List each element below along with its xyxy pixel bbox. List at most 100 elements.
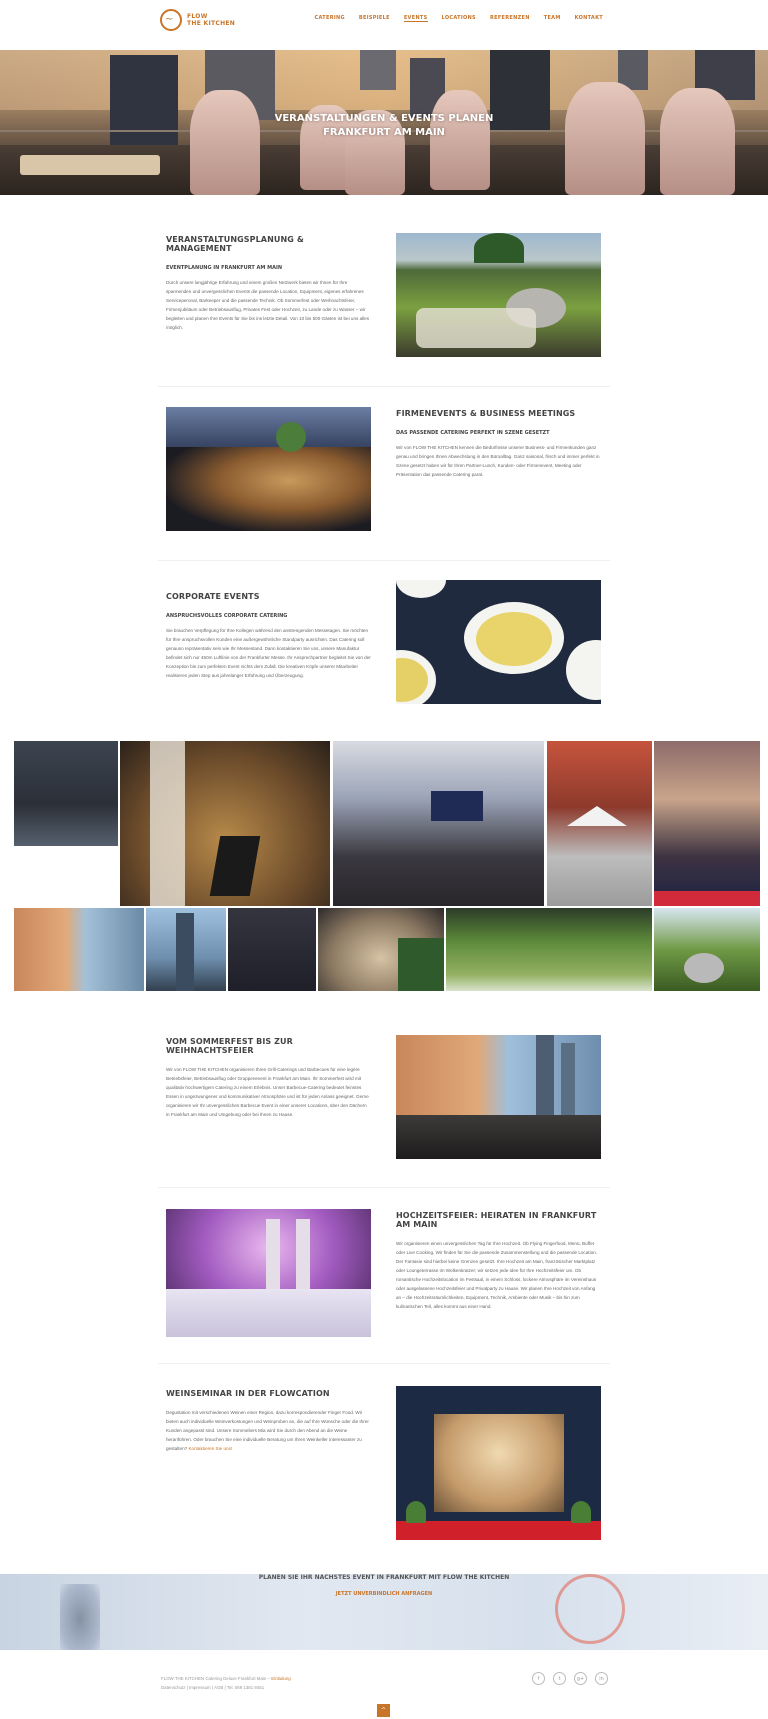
divider: [158, 386, 610, 387]
picnic-photo: [396, 233, 601, 357]
logo-watermark-icon: [555, 1574, 625, 1644]
event-gallery: [14, 741, 760, 991]
ice-bucket-shape: [684, 953, 724, 983]
plant-shape: [398, 938, 444, 991]
section-title: CORPORATE EVENTS: [166, 592, 260, 601]
divider: [158, 560, 610, 561]
logo-mark-icon: ~: [160, 9, 182, 31]
gallery-photo-conference[interactable]: [333, 741, 544, 906]
banquet-tables: [166, 1289, 371, 1337]
cta-title: PLANEN SIE IHR NÄCHSTES EVENT IN FRANKFU…: [258, 1574, 510, 1581]
dining-room: [434, 1414, 564, 1512]
divider: [158, 1363, 610, 1364]
section-title: HOCHZEITSFEIER: HEIRATEN IN FRANKFURT AM…: [396, 1211, 597, 1229]
section-title: WEINSEMINAR IN DER FLOWCATION: [166, 1389, 330, 1398]
buffet-photo: [166, 407, 371, 531]
logo[interactable]: ~ FLOW THE KITCHEN: [160, 9, 235, 31]
section-title: VOM SOMMERFEST BIS ZUR WEIHNACHTSFEIER: [166, 1037, 293, 1055]
section-title: VERANSTALTUNGSPLANUNG & MANAGEMENT: [166, 235, 304, 253]
section-text: Durch unsere langjährige Erfahrung und e…: [166, 280, 370, 330]
section-text: Sie brauchen Verpflegung für Ihre Kolleg…: [166, 628, 371, 678]
cta-request-link[interactable]: JETZT UNVERBINDLICH ANFRAGEN: [0, 1591, 768, 1597]
plant-shape: [571, 1501, 591, 1523]
divider: [158, 1187, 610, 1188]
pillar: [296, 1219, 310, 1289]
gallery-photo-drinks[interactable]: [228, 908, 316, 991]
footer-link[interactable]: Einladung: [271, 1676, 291, 1681]
nav-locations[interactable]: LOCATIONS: [442, 15, 476, 22]
google-plus-icon[interactable]: g+: [574, 1672, 587, 1685]
gallery-photo-buffet[interactable]: [318, 908, 444, 991]
section-summer: VOM SOMMERFEST BIS ZUR WEIHNACHTSFEIER W…: [166, 1037, 371, 1119]
cocktail-table: [660, 88, 735, 195]
footer-line-1: FLOW THE KITCHEN Catering Deluxe Frankfu…: [161, 1676, 291, 1681]
picnic-blanket: [416, 308, 536, 348]
skyscraper-shape: [536, 1035, 554, 1125]
red-carpet: [396, 1521, 601, 1540]
section-text: Wir organisieren einen unvergesslichen T…: [396, 1241, 597, 1309]
section-planning: VERANSTALTUNGSPLANUNG & MANAGEMENT EVENT…: [166, 235, 371, 332]
nav-beispiele[interactable]: BEISPIELE: [359, 15, 390, 22]
plant-shape: [276, 422, 306, 452]
gallery-photo-party[interactable]: [120, 741, 330, 906]
back-to-top-button[interactable]: ^: [377, 1704, 390, 1717]
red-carpet: [654, 891, 760, 906]
tent-shape: [567, 806, 627, 826]
grill-station: [396, 1115, 601, 1159]
nav-team[interactable]: TEAM: [544, 15, 561, 22]
section-text: Wir von FLOW THE KITCHEN kennen die Bedü…: [396, 445, 600, 477]
nav-kontakt[interactable]: KONTAKT: [575, 15, 603, 22]
section-subtitle: EVENTPLANUNG IN FRANKFURT AM MAIN: [166, 265, 282, 271]
gallery-photo-storefront[interactable]: [654, 741, 760, 906]
section-business: FIRMENEVENTS & BUSINESS MEETINGS DAS PAS…: [396, 409, 601, 479]
cocktail-table: [430, 90, 490, 190]
section-text: Degustation mit verschiedenen Weinen ein…: [166, 1408, 371, 1453]
section-text: Wir von FLOW THE KITCHEN organisieren Ih…: [166, 1067, 369, 1117]
cocktail-table: [190, 90, 260, 195]
section-corporate: CORPORATE EVENTS ANSPRUCHSVOLLES CORPORA…: [166, 592, 371, 680]
main-nav: CATERING BEISPIELE EVENTS LOCATIONS REFE…: [315, 15, 603, 22]
logo-text: FLOW THE KITCHEN: [187, 13, 235, 27]
footer-line-2[interactable]: Datenschutz | Impressum | AGB | Tel. 069…: [161, 1683, 291, 1692]
spoon-shape: [566, 640, 601, 700]
logo-line-1: FLOW: [187, 13, 208, 20]
tree-shape: [474, 233, 524, 263]
presentation-screen: [431, 791, 483, 821]
facebook-icon[interactable]: f: [532, 1672, 545, 1685]
soup-shape: [476, 612, 552, 666]
rooftop-grill-photo: [396, 1035, 601, 1159]
gallery-photo-office[interactable]: [14, 741, 118, 846]
flowcation-room-photo: [396, 1386, 601, 1540]
section-wine: WEINSEMINAR IN DER FLOWCATION Degustatio…: [166, 1389, 371, 1453]
gallery-photo-garden[interactable]: [446, 908, 652, 991]
staircase: [150, 741, 185, 906]
hero-banner: VERANSTALTUNGEN & EVENTS PLANEN FRANKFUR…: [0, 50, 768, 195]
section-wedding: HOCHZEITSFEIER: HEIRATEN IN FRANKFURT AM…: [396, 1211, 601, 1311]
site-header: ~ FLOW THE KITCHEN CATERING BEISPIELE EV…: [0, 0, 768, 50]
section-subtitle: DAS PASSENDE CATERING PERFEKT IN SZENE G…: [396, 430, 550, 436]
wedding-hall-photo: [166, 1209, 371, 1337]
section-subtitle: ANSPRUCHSVOLLES CORPORATE CATERING: [166, 613, 288, 619]
nav-catering[interactable]: CATERING: [315, 15, 345, 22]
pillar: [266, 1219, 280, 1289]
hero-title-line-1: VERANSTALTUNGEN & EVENTS PLANEN: [274, 113, 494, 124]
hero-title-line-2: FRANKFURT AM MAIN: [323, 127, 445, 138]
footer-text: FLOW THE KITCHEN Catering Deluxe Frankfu…: [161, 1674, 291, 1692]
nav-events[interactable]: EVENTS: [403, 15, 428, 22]
instagram-icon[interactable]: in: [595, 1672, 608, 1685]
carpet: [209, 836, 261, 896]
gallery-photo-rooftop[interactable]: [14, 908, 144, 991]
buffet-food: [166, 447, 371, 531]
social-links: f t g+ in: [532, 1672, 608, 1685]
soup-spoons-photo: [396, 580, 601, 704]
twitter-icon[interactable]: t: [553, 1672, 566, 1685]
contact-link[interactable]: Kontaktieren Sie uns!: [188, 1446, 232, 1451]
spoon-shape: [396, 580, 446, 598]
lounge-sofa: [20, 155, 160, 175]
gallery-photo-champagne[interactable]: [654, 908, 760, 991]
skyscraper-shape: [176, 913, 194, 991]
section-text-body: Degustation mit verschiedenen Weinen ein…: [166, 1410, 369, 1451]
nav-referenzen[interactable]: REFERENZEN: [490, 15, 530, 22]
gallery-photo-skyline[interactable]: [146, 908, 226, 991]
gallery-photo-courtyard[interactable]: [547, 741, 652, 906]
